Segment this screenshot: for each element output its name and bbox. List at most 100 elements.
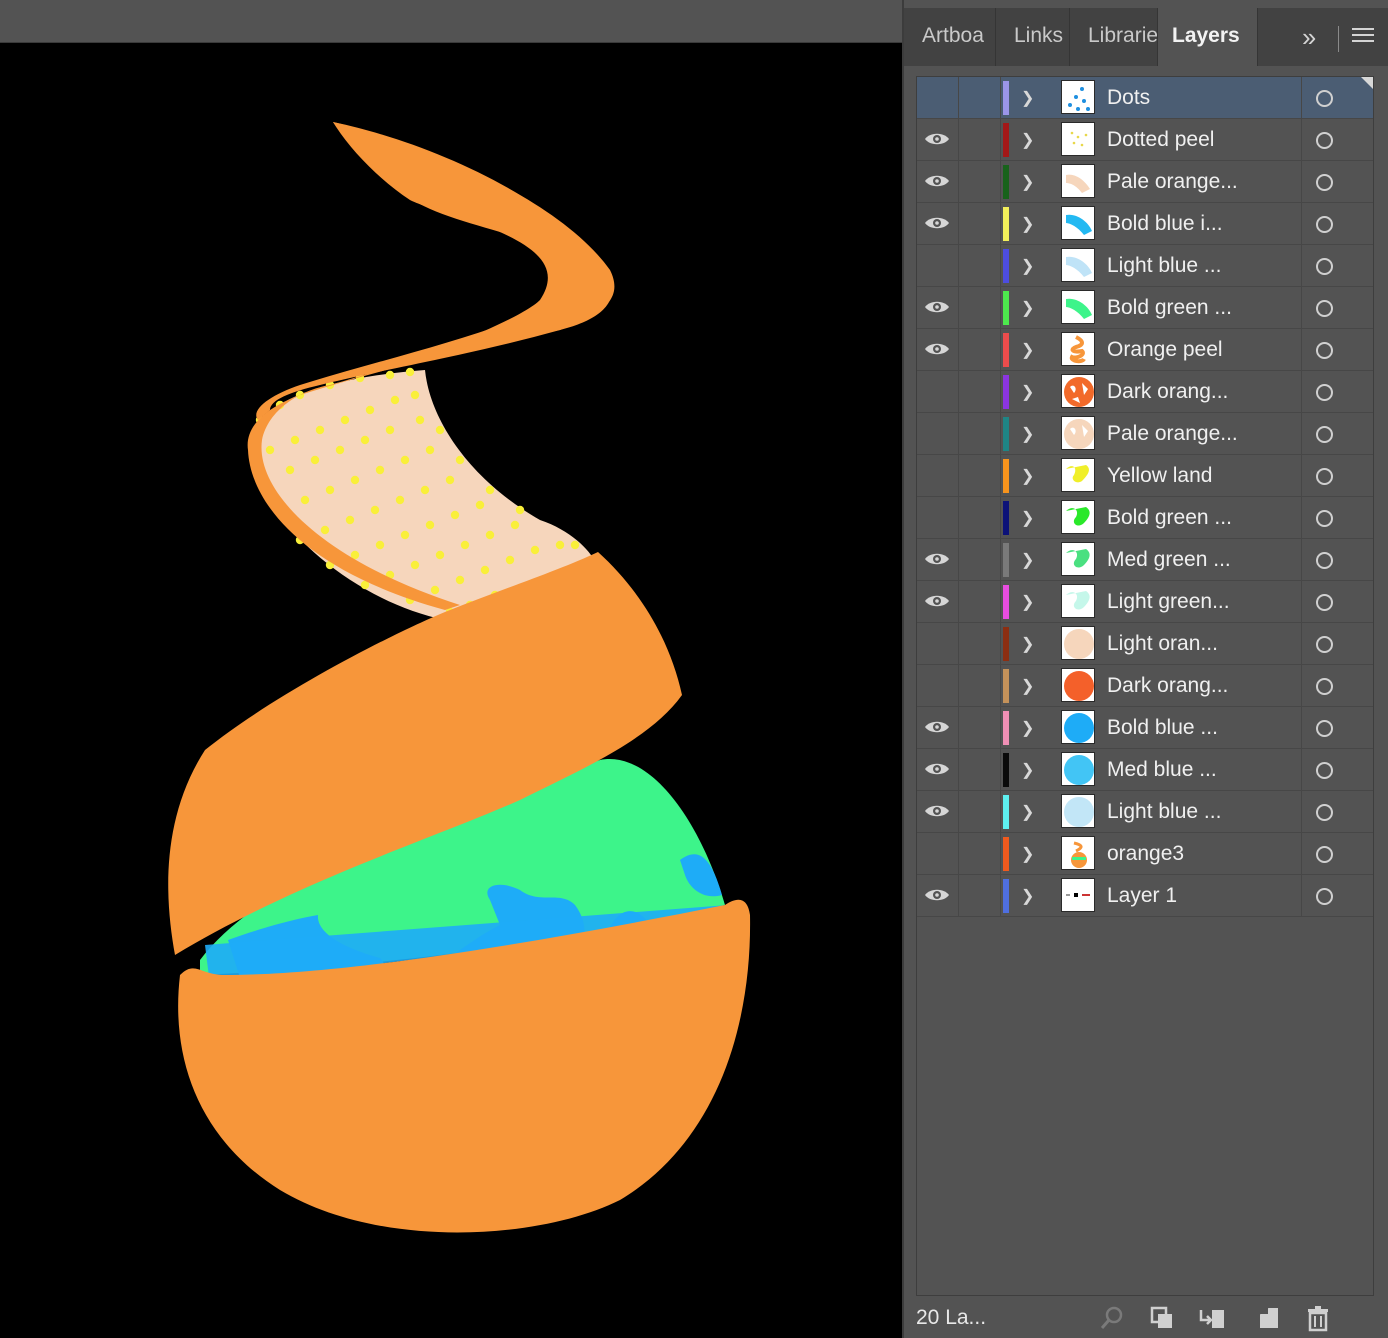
layer-name[interactable]: Bold green ... — [1107, 287, 1232, 329]
chevron-right-icon[interactable]: ❯ — [1021, 214, 1034, 234]
layer-name[interactable]: Dark orang... — [1107, 371, 1228, 413]
layer-row[interactable]: ❯ Layer 1 — [917, 875, 1373, 917]
layer-name[interactable]: Light blue ... — [1107, 791, 1221, 833]
lock-toggle[interactable] — [959, 455, 1001, 496]
layer-row[interactable]: ❯ Yellow land — [917, 455, 1373, 497]
layer-row[interactable]: ❯ Dark orang... — [917, 371, 1373, 413]
layer-name[interactable]: Med green ... — [1107, 539, 1231, 581]
layer-name[interactable]: Pale orange... — [1107, 161, 1238, 203]
target-cell[interactable] — [1301, 413, 1373, 454]
target-circle-icon[interactable] — [1316, 132, 1333, 149]
lock-toggle[interactable] — [959, 539, 1001, 580]
target-cell[interactable] — [1301, 203, 1373, 244]
layer-name[interactable]: Bold blue ... — [1107, 707, 1218, 749]
visibility-toggle[interactable] — [917, 119, 959, 160]
lock-toggle[interactable] — [959, 833, 1001, 874]
layer-row[interactable]: ❯ Med green ... — [917, 539, 1373, 581]
layer-row[interactable]: ❯ Pale orange... — [917, 413, 1373, 455]
chevron-right-icon[interactable]: ❯ — [1021, 382, 1034, 402]
visibility-toggle[interactable] — [917, 581, 959, 622]
visibility-toggle[interactable] — [917, 287, 959, 328]
tab-links[interactable]: Links — [996, 8, 1070, 66]
layer-name[interactable]: Layer 1 — [1107, 875, 1177, 917]
layer-name[interactable]: Yellow land — [1107, 455, 1212, 497]
double-chevron-right-icon[interactable]: ›› — [1302, 22, 1316, 53]
lock-toggle[interactable] — [959, 707, 1001, 748]
layer-name[interactable]: Dotted peel — [1107, 119, 1214, 161]
visibility-toggle[interactable] — [917, 665, 959, 706]
visibility-toggle[interactable] — [917, 413, 959, 454]
visibility-toggle[interactable] — [917, 875, 959, 916]
layer-row[interactable]: ❯ Med blue ... — [917, 749, 1373, 791]
target-circle-icon[interactable] — [1316, 468, 1333, 485]
lock-toggle[interactable] — [959, 329, 1001, 370]
target-circle-icon[interactable] — [1316, 258, 1333, 275]
target-cell[interactable] — [1301, 833, 1373, 874]
search-layer-icon[interactable] — [1098, 1304, 1126, 1332]
target-circle-icon[interactable] — [1316, 636, 1333, 653]
chevron-right-icon[interactable]: ❯ — [1021, 676, 1034, 696]
target-cell[interactable] — [1301, 623, 1373, 664]
visibility-toggle[interactable] — [917, 791, 959, 832]
visibility-toggle[interactable] — [917, 497, 959, 538]
sublayer-icon[interactable] — [1198, 1304, 1226, 1332]
layer-row[interactable]: ❯ Bold blue ... — [917, 707, 1373, 749]
tab-artboards[interactable]: Artboa — [904, 8, 996, 66]
target-circle-icon[interactable] — [1316, 552, 1333, 569]
tab-layers[interactable]: Layers — [1158, 8, 1258, 66]
target-cell[interactable] — [1301, 287, 1373, 328]
lock-toggle[interactable] — [959, 203, 1001, 244]
lock-toggle[interactable] — [959, 371, 1001, 412]
target-circle-icon[interactable] — [1316, 678, 1333, 695]
layer-row[interactable]: ❯ Orange peel — [917, 329, 1373, 371]
clipping-mask-icon[interactable] — [1148, 1304, 1176, 1332]
chevron-right-icon[interactable]: ❯ — [1021, 844, 1034, 864]
visibility-toggle[interactable] — [917, 623, 959, 664]
target-circle-icon[interactable] — [1316, 426, 1333, 443]
artboard-canvas[interactable] — [0, 43, 902, 1338]
layer-row[interactable]: ❯ Dotted peel — [917, 119, 1373, 161]
target-circle-icon[interactable] — [1316, 804, 1333, 821]
tab-libraries[interactable]: Librarie — [1070, 8, 1158, 66]
layer-row[interactable]: ❯ Bold green ... — [917, 497, 1373, 539]
chevron-right-icon[interactable]: ❯ — [1021, 88, 1034, 108]
target-circle-icon[interactable] — [1316, 888, 1333, 905]
chevron-right-icon[interactable]: ❯ — [1021, 340, 1034, 360]
chevron-right-icon[interactable]: ❯ — [1021, 508, 1034, 528]
target-cell[interactable] — [1301, 77, 1373, 118]
target-cell[interactable] — [1301, 329, 1373, 370]
chevron-right-icon[interactable]: ❯ — [1021, 592, 1034, 612]
trash-icon[interactable] — [1304, 1304, 1332, 1332]
target-cell[interactable] — [1301, 749, 1373, 790]
target-circle-icon[interactable] — [1316, 90, 1333, 107]
chevron-right-icon[interactable]: ❯ — [1021, 466, 1034, 486]
layers-list[interactable]: ❯ Dots ❯ Dotted peel ❯ Pale orange... ❯ Bold bl… — [916, 76, 1374, 1296]
layer-row[interactable]: ❯ Light blue ... — [917, 245, 1373, 287]
lock-toggle[interactable] — [959, 119, 1001, 160]
target-cell[interactable] — [1301, 665, 1373, 706]
layer-row[interactable]: ❯ orange3 — [917, 833, 1373, 875]
chevron-right-icon[interactable]: ❯ — [1021, 634, 1034, 654]
visibility-toggle[interactable] — [917, 371, 959, 412]
new-layer-icon[interactable] — [1254, 1304, 1282, 1332]
layer-name[interactable]: orange3 — [1107, 833, 1184, 875]
layer-name[interactable]: Med blue ... — [1107, 749, 1217, 791]
chevron-right-icon[interactable]: ❯ — [1021, 886, 1034, 906]
chevron-right-icon[interactable]: ❯ — [1021, 718, 1034, 738]
lock-toggle[interactable] — [959, 413, 1001, 454]
chevron-right-icon[interactable]: ❯ — [1021, 298, 1034, 318]
visibility-toggle[interactable] — [917, 455, 959, 496]
layer-name[interactable]: Pale orange... — [1107, 413, 1238, 455]
target-cell[interactable] — [1301, 497, 1373, 538]
target-circle-icon[interactable] — [1316, 762, 1333, 779]
visibility-toggle[interactable] — [917, 707, 959, 748]
target-cell[interactable] — [1301, 119, 1373, 160]
target-cell[interactable] — [1301, 245, 1373, 286]
layer-row[interactable]: ❯ Light green... — [917, 581, 1373, 623]
layer-row[interactable]: ❯ Bold green ... — [917, 287, 1373, 329]
layer-name[interactable]: Dark orang... — [1107, 665, 1228, 707]
chevron-right-icon[interactable]: ❯ — [1021, 256, 1034, 276]
chevron-right-icon[interactable]: ❯ — [1021, 550, 1034, 570]
lock-toggle[interactable] — [959, 245, 1001, 286]
visibility-toggle[interactable] — [917, 329, 959, 370]
